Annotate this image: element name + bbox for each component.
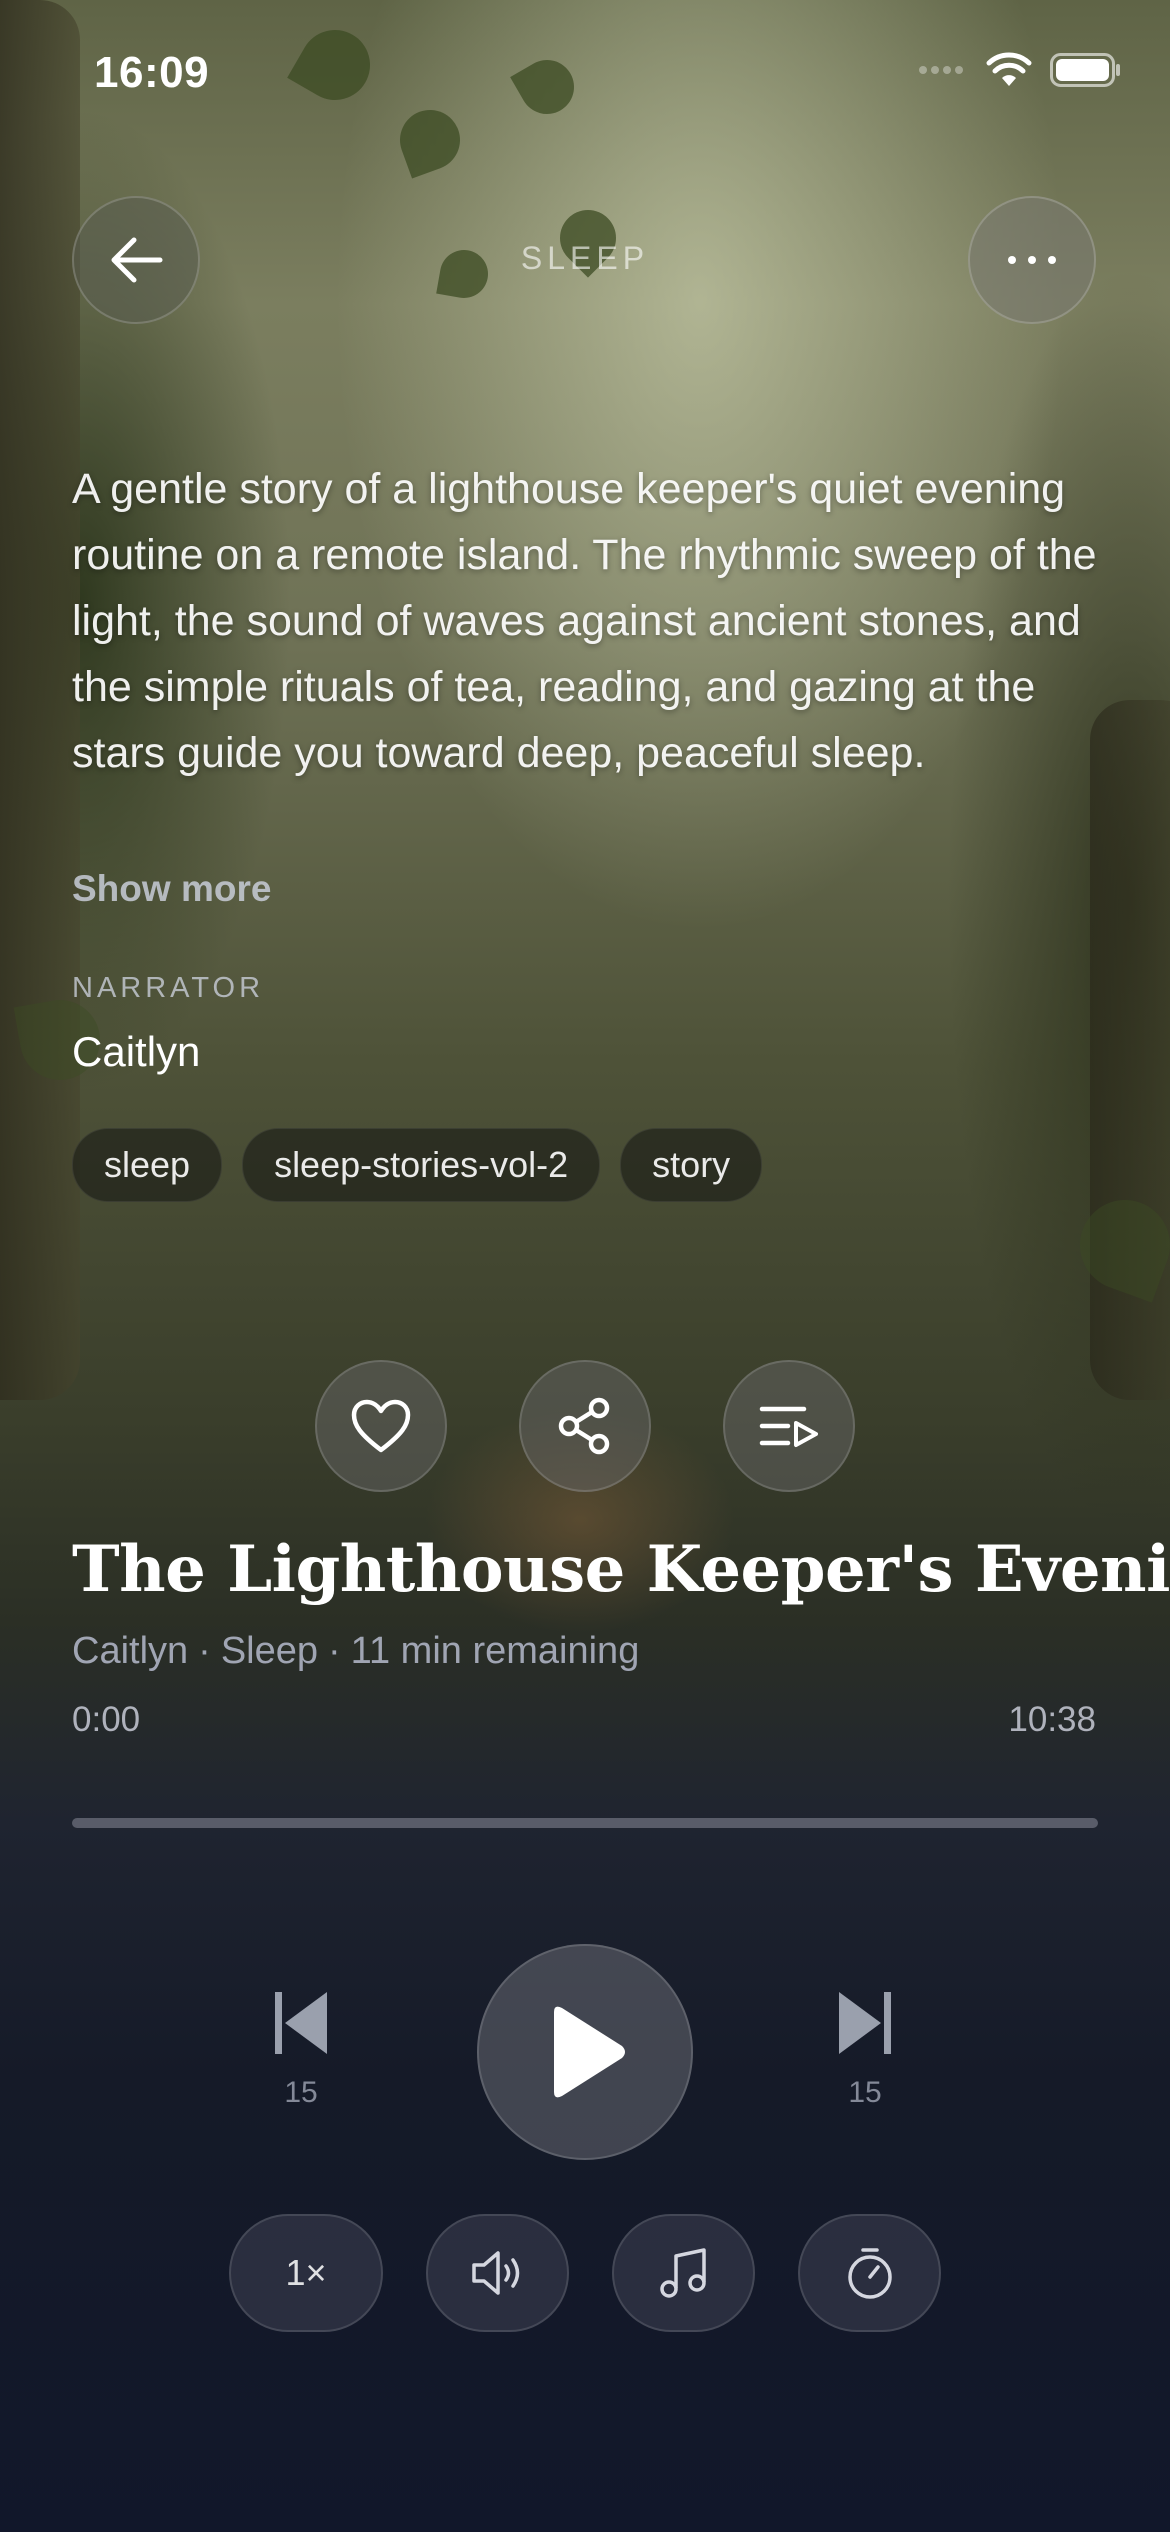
favorite-button[interactable] xyxy=(315,1360,447,1492)
skip-forward-label: 15 xyxy=(848,2076,882,2109)
track-remaining: 11 min remaining xyxy=(350,1630,640,1672)
current-time: 0:00 xyxy=(72,1700,141,1739)
track-narrator: Caitlyn xyxy=(72,1630,189,1672)
play-button[interactable] xyxy=(477,1944,693,2160)
leaf-decoration xyxy=(510,50,584,124)
status-icons xyxy=(918,52,1122,88)
leaf-decoration xyxy=(391,101,469,179)
track-category: Sleep xyxy=(220,1630,319,1672)
timer-icon xyxy=(847,2248,892,2299)
play-icon xyxy=(554,2006,625,2098)
tree-trunk-decoration xyxy=(0,0,80,1400)
skip-forward-button[interactable]: 15 xyxy=(820,1988,910,2110)
battery-icon xyxy=(1050,53,1120,87)
volume-button[interactable] xyxy=(426,2214,569,2332)
playlist-icon xyxy=(759,1406,818,1447)
tag-chip[interactable]: story xyxy=(620,1128,763,1202)
track-subtitle: Caitlyn · Sleep · 11 min remaining xyxy=(72,1630,639,1673)
status-time: 16:09 xyxy=(94,48,210,97)
cellular-signal-icon xyxy=(919,66,963,74)
show-more-link[interactable]: Show more xyxy=(72,868,271,910)
sleep-timer-button[interactable] xyxy=(798,2214,941,2332)
story-description: A gentle story of a lighthouse keeper's … xyxy=(72,465,1097,777)
skip-back-label: 15 xyxy=(284,2076,318,2109)
ellipsis-icon xyxy=(1008,256,1056,264)
playback-speed-label: 1× xyxy=(285,2252,327,2293)
speaker-icon xyxy=(471,2251,519,2295)
skip-back-button[interactable]: 15 xyxy=(256,1988,346,2110)
share-icon xyxy=(558,1397,610,1455)
leaf-decoration xyxy=(287,17,383,113)
background-music-button[interactable] xyxy=(612,2214,755,2332)
narrator-name: Caitlyn xyxy=(72,1028,201,1075)
add-to-queue-button[interactable] xyxy=(723,1360,855,1492)
tag-chip[interactable]: sleep xyxy=(72,1128,223,1202)
playback-speed-button[interactable]: 1× xyxy=(229,2214,383,2332)
skip-forward-icon xyxy=(839,1992,891,2054)
more-options-button[interactable] xyxy=(968,196,1096,324)
wifi-icon xyxy=(986,52,1032,86)
heart-icon xyxy=(351,1399,411,1453)
separator: · xyxy=(328,1630,341,1672)
progress-slider[interactable] xyxy=(72,1818,1098,1828)
separator: · xyxy=(198,1630,211,1672)
skip-back-icon xyxy=(275,1992,327,2054)
total-time: 10:38 xyxy=(1008,1700,1096,1739)
track-title: The Lighthouse Keeper's Evening xyxy=(72,1532,1170,1607)
tag-list: sleep sleep-stories-vol-2 story xyxy=(72,1128,763,1202)
music-note-icon xyxy=(659,2248,706,2298)
player-screen: 16:09 SLEEP A gentle story of a lighthou… xyxy=(0,0,1170,2532)
narrator-label: NARRATOR xyxy=(72,972,265,1004)
tag-chip[interactable]: sleep-stories-vol-2 xyxy=(242,1128,601,1202)
share-button[interactable] xyxy=(519,1360,651,1492)
